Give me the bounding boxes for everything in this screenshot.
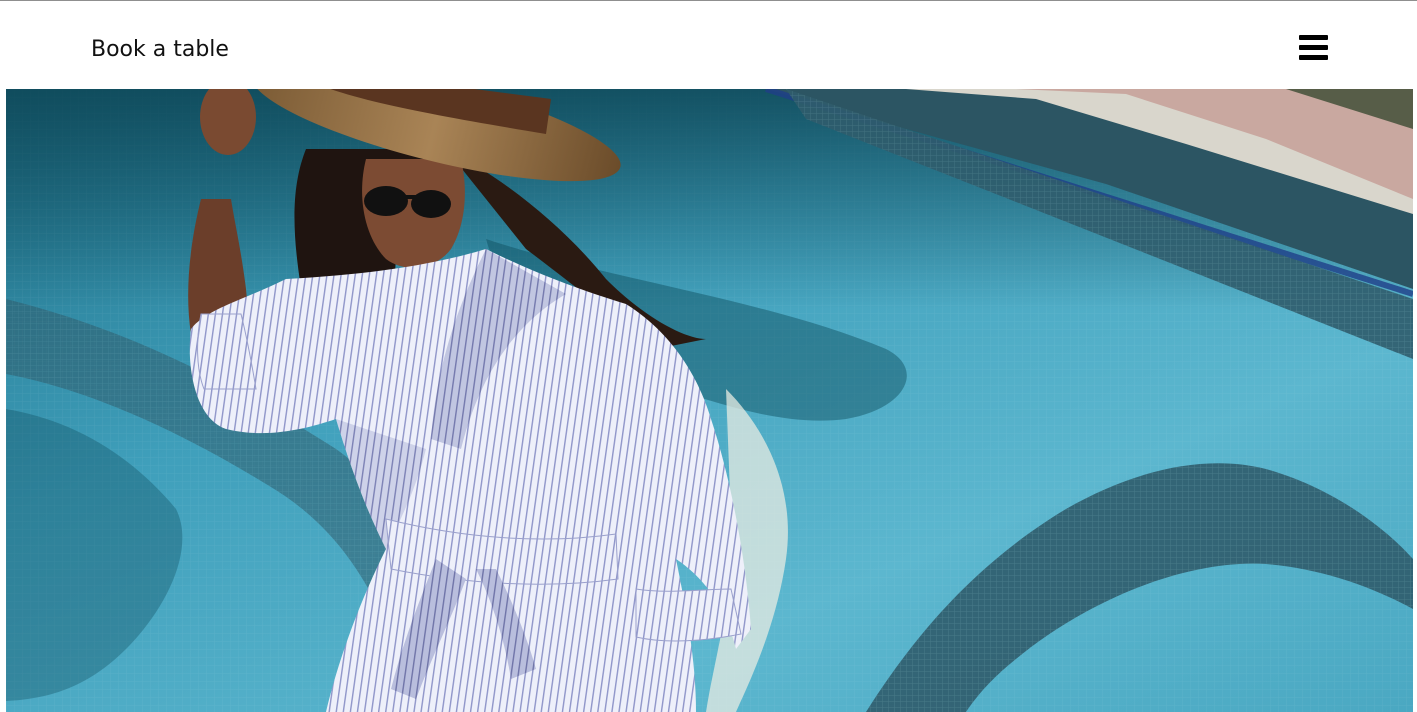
- sunglasses: [364, 186, 408, 216]
- hamburger-menu-icon[interactable]: [1299, 35, 1328, 60]
- menu-bar-top: [1299, 35, 1328, 40]
- hero-photo-illustration: [6, 89, 1413, 712]
- menu-bar-middle: [1299, 45, 1328, 50]
- site-header: Book a table: [0, 1, 1417, 89]
- menu-bar-bottom: [1299, 55, 1328, 60]
- book-a-table-link[interactable]: Book a table: [91, 36, 229, 64]
- hero-image: [6, 89, 1413, 712]
